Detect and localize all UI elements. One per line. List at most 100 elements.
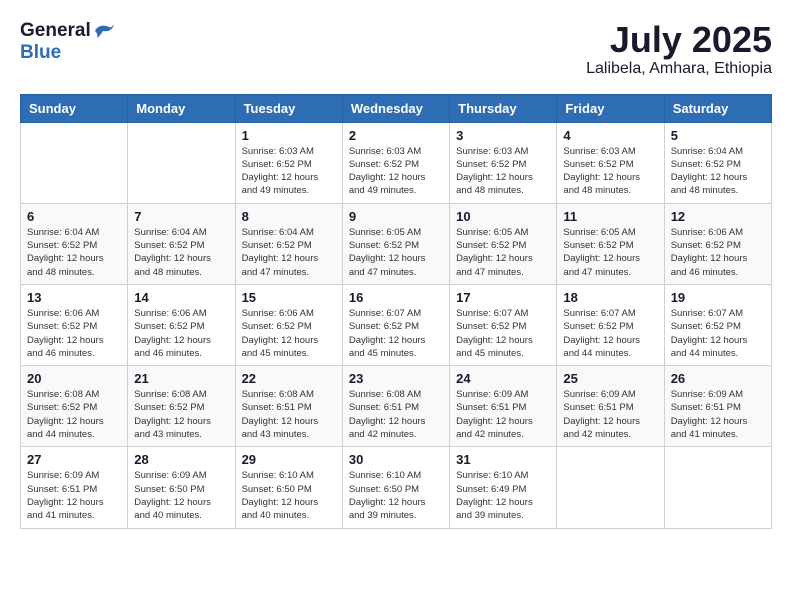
logo: General Blue bbox=[20, 20, 115, 64]
calendar-cell: 27 Sunrise: 6:09 AM Sunset: 6:51 PM Dayli… bbox=[21, 447, 128, 528]
day-info: Sunrise: 6:08 AM Sunset: 6:52 PM Dayligh… bbox=[134, 388, 228, 441]
day-number: 16 bbox=[349, 290, 443, 305]
calendar-cell: 14 Sunrise: 6:06 AM Sunset: 6:52 PM Dayli… bbox=[128, 284, 235, 365]
logo-blue: Blue bbox=[20, 42, 61, 63]
calendar-cell: 16 Sunrise: 6:07 AM Sunset: 6:52 PM Dayli… bbox=[342, 284, 449, 365]
day-info: Sunrise: 6:09 AM Sunset: 6:51 PM Dayligh… bbox=[27, 469, 121, 522]
calendar-day-header: Monday bbox=[128, 94, 235, 122]
calendar-header-row: SundayMondayTuesdayWednesdayThursdayFrid… bbox=[21, 94, 772, 122]
calendar-cell: 31 Sunrise: 6:10 AM Sunset: 6:49 PM Dayli… bbox=[450, 447, 557, 528]
day-number: 27 bbox=[27, 452, 121, 467]
day-number: 3 bbox=[456, 128, 550, 143]
calendar-cell: 29 Sunrise: 6:10 AM Sunset: 6:50 PM Dayli… bbox=[235, 447, 342, 528]
calendar-week-row: 20Sunrise: 6:08 AM Sunset: 6:52 PM Dayli… bbox=[21, 366, 772, 447]
day-number: 15 bbox=[242, 290, 336, 305]
calendar-cell: 21 Sunrise: 6:08 AM Sunset: 6:52 PM Dayli… bbox=[128, 366, 235, 447]
calendar-cell: 8 Sunrise: 6:04 AM Sunset: 6:52 PM Daylig… bbox=[235, 203, 342, 284]
calendar-cell: 11 Sunrise: 6:05 AM Sunset: 6:52 PM Dayli… bbox=[557, 203, 664, 284]
calendar-cell: 13 Sunrise: 6:06 AM Sunset: 6:52 PM Dayli… bbox=[21, 284, 128, 365]
day-info: Sunrise: 6:10 AM Sunset: 6:49 PM Dayligh… bbox=[456, 469, 550, 522]
day-info: Sunrise: 6:04 AM Sunset: 6:52 PM Dayligh… bbox=[671, 145, 765, 198]
day-number: 22 bbox=[242, 371, 336, 386]
calendar-cell: 24Sunrise: 6:09 AM Sunset: 6:51 PM Dayli… bbox=[450, 366, 557, 447]
calendar-cell: 6Sunrise: 6:04 AM Sunset: 6:52 PM Daylig… bbox=[21, 203, 128, 284]
day-info: Sunrise: 6:07 AM Sunset: 6:52 PM Dayligh… bbox=[349, 307, 443, 360]
calendar-day-header: Thursday bbox=[450, 94, 557, 122]
day-number: 29 bbox=[242, 452, 336, 467]
calendar-cell: 2Sunrise: 6:03 AM Sunset: 6:52 PM Daylig… bbox=[342, 122, 449, 203]
calendar-cell: 10Sunrise: 6:05 AM Sunset: 6:52 PM Dayli… bbox=[450, 203, 557, 284]
day-number: 17 bbox=[456, 290, 550, 305]
calendar-cell: 30Sunrise: 6:10 AM Sunset: 6:50 PM Dayli… bbox=[342, 447, 449, 528]
day-number: 25 bbox=[563, 371, 657, 386]
day-number: 19 bbox=[671, 290, 765, 305]
day-number: 31 bbox=[456, 452, 550, 467]
day-info: Sunrise: 6:09 AM Sunset: 6:51 PM Dayligh… bbox=[563, 388, 657, 441]
calendar-table: SundayMondayTuesdayWednesdayThursdayFrid… bbox=[20, 94, 772, 529]
calendar-cell: 23Sunrise: 6:08 AM Sunset: 6:51 PM Dayli… bbox=[342, 366, 449, 447]
calendar-cell bbox=[128, 122, 235, 203]
day-number: 12 bbox=[671, 209, 765, 224]
day-number: 8 bbox=[242, 209, 336, 224]
day-number: 9 bbox=[349, 209, 443, 224]
day-number: 4 bbox=[563, 128, 657, 143]
day-number: 14 bbox=[134, 290, 228, 305]
day-info: Sunrise: 6:09 AM Sunset: 6:51 PM Dayligh… bbox=[671, 388, 765, 441]
day-info: Sunrise: 6:04 AM Sunset: 6:52 PM Dayligh… bbox=[242, 226, 336, 279]
day-info: Sunrise: 6:06 AM Sunset: 6:52 PM Dayligh… bbox=[242, 307, 336, 360]
calendar-cell: 20Sunrise: 6:08 AM Sunset: 6:52 PM Dayli… bbox=[21, 366, 128, 447]
calendar-week-row: 27 Sunrise: 6:09 AM Sunset: 6:51 PM Dayli… bbox=[21, 447, 772, 528]
day-info: Sunrise: 6:08 AM Sunset: 6:52 PM Dayligh… bbox=[27, 388, 121, 441]
day-info: Sunrise: 6:09 AM Sunset: 6:50 PM Dayligh… bbox=[134, 469, 228, 522]
day-number: 24 bbox=[456, 371, 550, 386]
calendar-week-row: 13 Sunrise: 6:06 AM Sunset: 6:52 PM Dayli… bbox=[21, 284, 772, 365]
day-number: 5 bbox=[671, 128, 765, 143]
title-section: July 2025 Lalibela, Amhara, Ethiopia bbox=[586, 20, 772, 78]
calendar-cell: 3 Sunrise: 6:03 AM Sunset: 6:52 PM Daylig… bbox=[450, 122, 557, 203]
day-info: Sunrise: 6:06 AM Sunset: 6:52 PM Dayligh… bbox=[134, 307, 228, 360]
calendar-cell: 22 Sunrise: 6:08 AM Sunset: 6:51 PM Dayli… bbox=[235, 366, 342, 447]
calendar-cell bbox=[557, 447, 664, 528]
logo-general: General bbox=[20, 20, 91, 42]
day-number: 28 bbox=[134, 452, 228, 467]
calendar-day-header: Wednesday bbox=[342, 94, 449, 122]
day-info: Sunrise: 6:04 AM Sunset: 6:52 PM Dayligh… bbox=[134, 226, 228, 279]
calendar-cell: 26Sunrise: 6:09 AM Sunset: 6:51 PM Dayli… bbox=[664, 366, 771, 447]
day-info: Sunrise: 6:07 AM Sunset: 6:52 PM Dayligh… bbox=[456, 307, 550, 360]
day-info: Sunrise: 6:05 AM Sunset: 6:52 PM Dayligh… bbox=[456, 226, 550, 279]
day-number: 13 bbox=[27, 290, 121, 305]
calendar-cell: 12 Sunrise: 6:06 AM Sunset: 6:52 PM Dayli… bbox=[664, 203, 771, 284]
day-info: Sunrise: 6:07 AM Sunset: 6:52 PM Dayligh… bbox=[563, 307, 657, 360]
day-info: Sunrise: 6:06 AM Sunset: 6:52 PM Dayligh… bbox=[671, 226, 765, 279]
calendar-cell: 25 Sunrise: 6:09 AM Sunset: 6:51 PM Dayli… bbox=[557, 366, 664, 447]
location-label: Lalibela, Amhara, Ethiopia bbox=[586, 60, 772, 78]
day-number: 11 bbox=[563, 209, 657, 224]
day-info: Sunrise: 6:10 AM Sunset: 6:50 PM Dayligh… bbox=[242, 469, 336, 522]
day-info: Sunrise: 6:04 AM Sunset: 6:52 PM Dayligh… bbox=[27, 226, 121, 279]
day-info: Sunrise: 6:03 AM Sunset: 6:52 PM Dayligh… bbox=[242, 145, 336, 198]
calendar-cell bbox=[664, 447, 771, 528]
calendar-cell: 9 Sunrise: 6:05 AM Sunset: 6:52 PM Daylig… bbox=[342, 203, 449, 284]
calendar-day-header: Friday bbox=[557, 94, 664, 122]
calendar-cell: 18Sunrise: 6:07 AM Sunset: 6:52 PM Dayli… bbox=[557, 284, 664, 365]
day-info: Sunrise: 6:05 AM Sunset: 6:52 PM Dayligh… bbox=[349, 226, 443, 279]
day-info: Sunrise: 6:05 AM Sunset: 6:52 PM Dayligh… bbox=[563, 226, 657, 279]
calendar-day-header: Saturday bbox=[664, 94, 771, 122]
day-info: Sunrise: 6:08 AM Sunset: 6:51 PM Dayligh… bbox=[242, 388, 336, 441]
day-info: Sunrise: 6:03 AM Sunset: 6:52 PM Dayligh… bbox=[563, 145, 657, 198]
day-info: Sunrise: 6:03 AM Sunset: 6:52 PM Dayligh… bbox=[456, 145, 550, 198]
day-info: Sunrise: 6:08 AM Sunset: 6:51 PM Dayligh… bbox=[349, 388, 443, 441]
calendar-cell: 1 Sunrise: 6:03 AM Sunset: 6:52 PM Daylig… bbox=[235, 122, 342, 203]
calendar-cell: 15 Sunrise: 6:06 AM Sunset: 6:52 PM Dayli… bbox=[235, 284, 342, 365]
day-info: Sunrise: 6:07 AM Sunset: 6:52 PM Dayligh… bbox=[671, 307, 765, 360]
day-info: Sunrise: 6:06 AM Sunset: 6:52 PM Dayligh… bbox=[27, 307, 121, 360]
calendar-week-row: 1 Sunrise: 6:03 AM Sunset: 6:52 PM Daylig… bbox=[21, 122, 772, 203]
day-number: 1 bbox=[242, 128, 336, 143]
page-header: General Blue July 2025 Lalibela, Amhara,… bbox=[20, 20, 772, 78]
day-number: 30 bbox=[349, 452, 443, 467]
day-number: 7 bbox=[134, 209, 228, 224]
day-number: 21 bbox=[134, 371, 228, 386]
calendar-cell: 7 Sunrise: 6:04 AM Sunset: 6:52 PM Daylig… bbox=[128, 203, 235, 284]
calendar-cell: 4 Sunrise: 6:03 AM Sunset: 6:52 PM Daylig… bbox=[557, 122, 664, 203]
month-year-title: July 2025 bbox=[586, 20, 772, 60]
